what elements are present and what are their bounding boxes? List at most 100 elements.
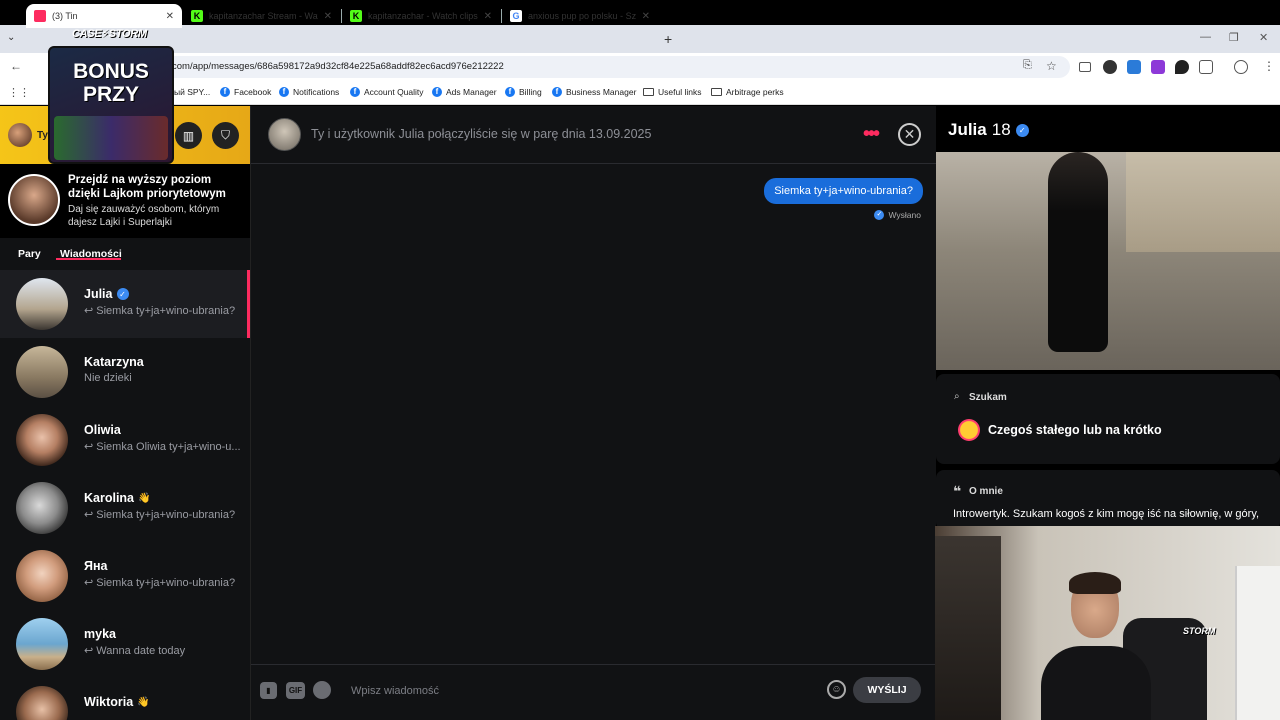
back-icon[interactable]: ←	[10, 59, 22, 73]
conversation-yana[interactable]: Яна ↩ Siemka ty+ja+wino-ubrania?	[0, 542, 250, 610]
maximize-icon[interactable]: ❐	[1229, 31, 1239, 44]
bonus-overlay: BONUS PRZY	[48, 46, 174, 164]
wave-emoji-icon: 👋	[137, 696, 150, 708]
extension-purple-icon[interactable]	[1151, 60, 1165, 74]
folder-icon	[711, 88, 722, 96]
gif-button[interactable]: GIF	[286, 682, 305, 699]
upsell-avatar	[8, 174, 60, 226]
conversation-name: Karolina 👋	[84, 491, 151, 505]
spotify-icon[interactable]	[313, 681, 331, 699]
safety-shield-icon[interactable]: ⛉	[212, 122, 239, 149]
bookmark-star-icon[interactable]: ☆	[1046, 59, 1057, 73]
extensions-puzzle-icon[interactable]	[1199, 60, 1213, 74]
bonus-title: BONUS PRZY	[73, 60, 149, 106]
about-me-text: Introwertyk. Szukam kogoś z kim mogę iść…	[953, 508, 1260, 520]
casestorm-logo: CASE⚡STORM	[72, 28, 147, 40]
bookmark-useful-links[interactable]: Useful links	[643, 87, 701, 97]
avatar	[16, 686, 68, 720]
facebook-icon: f	[552, 87, 562, 97]
avatar	[16, 550, 68, 602]
message-input[interactable]	[351, 681, 811, 701]
extension-icon[interactable]	[1103, 60, 1117, 74]
bookmark-billing[interactable]: f Billing	[505, 87, 542, 97]
profile-name: Julia 18 ✓	[948, 120, 1029, 140]
extension-dark-icon[interactable]	[1175, 60, 1189, 74]
tab-label: (3) Tin	[52, 11, 78, 21]
more-options-icon[interactable]: •••	[863, 123, 880, 146]
conversation-katarzyna[interactable]: Katarzyna Nie dzieki	[0, 338, 250, 406]
conversation-name: myka	[84, 627, 116, 641]
conversation-myka[interactable]: myka ↩ Wanna date today	[0, 610, 250, 678]
tab-matches[interactable]: Pary	[18, 248, 41, 260]
wave-emoji-icon: 👋	[138, 492, 151, 504]
tab-google-search[interactable]: G anxious pup po polsku - Szukaj ✕	[502, 4, 658, 28]
priority-likes-upsell[interactable]: Przejdź na wyższy poziom dzięki Lajkom p…	[0, 164, 250, 238]
emoji-icon[interactable]: ☺	[827, 680, 846, 699]
url-text[interactable]: com/app/messages/686a598172a9d32cf84e225…	[172, 61, 504, 72]
facebook-icon: f	[220, 87, 230, 97]
install-app-icon[interactable]: ⎘	[1023, 59, 1032, 72]
bookmark-arbitrage-perks[interactable]: Arbitrage perks	[711, 87, 784, 97]
sticker-icon[interactable]: ▮	[260, 682, 277, 699]
profile-icon[interactable]	[1234, 60, 1248, 74]
conversation-preview: ↩ Siemka ty+ja+wino-ubrania?	[84, 305, 236, 317]
window-close-icon[interactable]: ✕	[1259, 31, 1268, 44]
bookmark-business-manager[interactable]: f Business Manager	[552, 87, 636, 97]
minimize-icon[interactable]: —	[1200, 31, 1211, 43]
verified-badge-icon: ✓	[1015, 123, 1029, 137]
facebook-icon: f	[279, 87, 289, 97]
conversation-wiktoria[interactable]: Wiktoria 👋	[0, 678, 250, 720]
conversation-list: Julia ✓ ↩ Siemka ty+ja+wino-ubrania? Kata…	[0, 270, 250, 720]
tab-close-icon[interactable]: ✕	[484, 11, 492, 22]
send-button[interactable]: WYŚLIJ	[853, 677, 921, 703]
menu-dots-icon[interactable]: ⋮	[1263, 59, 1275, 73]
conversation-preview: ↩ Siemka ty+ja+wino-ubrania?	[84, 577, 236, 589]
apps-grid-icon[interactable]: ⋮⋮	[8, 86, 30, 99]
conversation-preview: ↩ Wanna date today	[84, 645, 186, 657]
webcam-overlay: STORM	[935, 526, 1280, 720]
extension-blue-icon[interactable]	[1127, 60, 1141, 74]
tab-close-icon[interactable]: ✕	[324, 11, 332, 22]
bonus-slots-image	[54, 116, 168, 160]
new-tab-button[interactable]: +	[664, 31, 672, 47]
explore-briefcase-icon[interactable]: ▥	[175, 122, 202, 149]
tab-tinder[interactable]: (3) Tin ✕	[26, 4, 182, 28]
avatar	[16, 482, 68, 534]
verified-badge-icon: ✓	[116, 288, 129, 300]
tab-bar	[0, 25, 1280, 53]
chat-header: Ty i użytkownik Julia połączyliście się …	[251, 106, 937, 164]
tab-kick-clips[interactable]: K kapitanzachar - Watch clips on ✕	[342, 4, 500, 28]
conversation-julia[interactable]: Julia ✓ ↩ Siemka ty+ja+wino-ubrania?	[0, 270, 250, 338]
profile-photo[interactable]	[936, 152, 1280, 370]
omnibox[interactable]: com/app/messages/686a598172a9d32cf84e225…	[120, 56, 1070, 78]
upsell-subtitle: Daj się zauważyć osobom, którym dajesz L…	[68, 204, 220, 228]
bookmark-ads-manager[interactable]: f Ads Manager	[432, 87, 497, 97]
match-info-text: Ty i użytkownik Julia połączyliście się …	[311, 127, 652, 141]
active-tab-indicator	[56, 258, 121, 260]
tab-search-icon[interactable]: ⌄	[7, 32, 15, 43]
conversation-karolina[interactable]: Karolina 👋 ↩ Siemka ty+ja+wino-ubrania?	[0, 474, 250, 542]
tab-kick-stream[interactable]: K kapitanzachar Stream - Watch l ✕	[183, 4, 340, 28]
tab-close-icon[interactable]: ✕	[642, 11, 650, 22]
close-chat-icon[interactable]: ✕	[898, 123, 921, 146]
google-favicon-icon: G	[510, 10, 522, 22]
photo-background	[1126, 152, 1280, 252]
tab-close-icon[interactable]: ✕	[166, 11, 174, 22]
avatar	[16, 346, 68, 398]
bookmark-facebook[interactable]: f Facebook	[220, 87, 271, 97]
bookmark-spy[interactable]: ый SPY...	[174, 87, 210, 97]
conversation-name: Julia ✓	[84, 287, 129, 301]
bookmark-notifications[interactable]: f Notifications	[279, 87, 339, 97]
tab-label: anxious pup po polsku - Szukaj	[528, 11, 636, 21]
avatar	[16, 414, 68, 466]
camera-extension-icon[interactable]	[1079, 62, 1091, 72]
bookmark-account-quality[interactable]: f Account Quality	[350, 87, 424, 97]
conversation-oliwia[interactable]: Oliwia ↩ Siemka Oliwia ty+ja+wino-u...	[0, 406, 250, 474]
quote-icon: ❝	[953, 483, 962, 499]
message-bubble[interactable]: Siemka ty+ja+wino-ubrania?	[764, 178, 923, 204]
my-profile-name[interactable]: Ty	[37, 130, 48, 141]
about-me-card: ❝ O mnie Introwertyk. Szukam kogoś z kim…	[936, 470, 1280, 530]
conversation-preview: ↩ Siemka ty+ja+wino-ubrania?	[84, 509, 236, 521]
my-profile-avatar[interactable]	[8, 123, 32, 147]
match-avatar[interactable]	[268, 118, 301, 151]
